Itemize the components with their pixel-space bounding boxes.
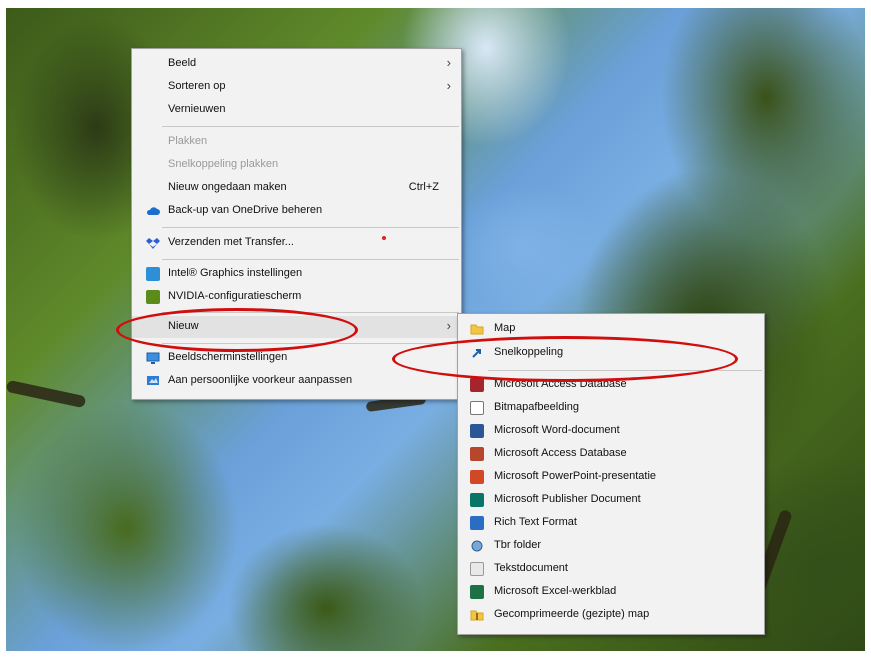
menu-item-label: Microsoft Access Database [494,447,627,459]
menu-item-label: Verzenden met Transfer... [168,236,294,248]
menu-item-label: Beeld [168,57,197,69]
annotation-circle-snelkoppeling [392,336,738,382]
dropbox-transfer-icon [146,236,160,250]
display-settings-icon [146,351,160,365]
menu-item-vernieuwen[interactable]: Vernieuwen [132,99,461,121]
powerpoint-icon [470,470,484,484]
access-icon [470,447,484,461]
menu-item-label: Plakken [168,135,208,147]
tree-branch [6,379,87,409]
submenu-item-powerpoint[interactable]: Microsoft PowerPoint-presentatie [458,466,764,489]
text-document-icon [470,562,484,576]
menu-item-shortcut: Ctrl+Z [408,181,439,193]
menu-item-intel-graphics[interactable]: Intel® Graphics instellingen [132,263,461,285]
menu-item-label: Tbr folder [494,539,542,551]
menu-separator [162,126,459,127]
menu-item-verzenden-met-transfer[interactable]: Verzenden met Transfer... [132,232,461,254]
folder-icon [470,322,484,336]
menu-separator [162,227,459,228]
notification-dot [382,236,386,240]
menu-item-persoonlijke-voorkeur[interactable]: Aan persoonlijke voorkeur aanpassen [132,370,461,392]
menu-item-label: Rich Text Format [494,516,577,528]
tbr-folder-icon [470,539,484,553]
submenu-item-tbr-folder[interactable]: Tbr folder [458,535,764,558]
publisher-icon [470,493,484,507]
chevron-right-icon: › [446,55,451,70]
submenu-item-gezipte-map[interactable]: Gecomprimeerde (gezipte) map [458,604,764,627]
bitmap-icon [470,401,484,415]
menu-item-label: Beeldscherminstellingen [168,351,288,363]
chevron-right-icon: › [446,318,451,333]
submenu-item-publisher[interactable]: Microsoft Publisher Document [458,489,764,512]
zip-folder-icon [470,608,484,622]
menu-item-label: Snelkoppeling plakken [168,158,279,170]
submenu-item-excel-werkblad[interactable]: Microsoft Excel-werkblad [458,581,764,604]
submenu-item-bitmapafbeelding[interactable]: Bitmapafbeelding [458,397,764,420]
menu-item-label: Bitmapafbeelding [494,401,580,413]
menu-item-sorteren-op[interactable]: Sorteren op › [132,76,461,98]
excel-icon [470,585,484,599]
onedrive-cloud-icon [146,204,160,218]
menu-item-label: Nieuw ongedaan maken [168,181,287,193]
submenu-item-access-database-2[interactable]: Microsoft Access Database [458,443,764,466]
menu-item-label: Back-up van OneDrive beheren [168,204,323,216]
menu-item-label: Vernieuwen [168,103,226,115]
menu-item-nvidia-configuratiescherm[interactable]: NVIDIA-configuratiescherm [132,286,461,308]
submenu-item-word-document[interactable]: Microsoft Word-document [458,420,764,443]
submenu-item-rich-text-format[interactable]: Rich Text Format [458,512,764,535]
menu-item-label: Microsoft Publisher Document [494,493,641,505]
menu-item-snelkoppeling-plakken[interactable]: Snelkoppeling plakken [132,154,461,176]
menu-separator [162,259,459,260]
rtf-icon [470,516,484,530]
submenu-item-tekstdocument[interactable]: Tekstdocument [458,558,764,581]
nvidia-icon [146,290,160,304]
menu-item-label: Microsoft Word-document [494,424,620,436]
annotation-circle-nieuw [116,308,358,352]
intel-graphics-icon [146,267,160,281]
menu-item-label: Microsoft Excel-werkblad [494,585,617,597]
chevron-right-icon: › [446,78,451,93]
menu-item-label: Microsoft PowerPoint-presentatie [494,470,657,482]
menu-item-label: NVIDIA-configuratiescherm [168,290,302,302]
menu-item-beeld[interactable]: Beeld › [132,53,461,75]
menu-item-onedrive-backup[interactable]: Back-up van OneDrive beheren [132,200,461,222]
menu-item-label: Intel® Graphics instellingen [168,267,303,279]
menu-item-nieuw-ongedaan-maken[interactable]: Nieuw ongedaan maken Ctrl+Z [132,177,461,199]
word-icon [470,424,484,438]
menu-item-label: Map [494,322,516,334]
menu-item-label: Gecomprimeerde (gezipte) map [494,608,650,620]
menu-item-label: Tekstdocument [494,562,568,574]
menu-item-plakken[interactable]: Plakken [132,131,461,153]
access-icon [470,378,484,392]
menu-item-label: Sorteren op [168,80,226,92]
menu-item-label: Aan persoonlijke voorkeur aanpassen [168,374,353,386]
personalize-icon [146,374,160,388]
